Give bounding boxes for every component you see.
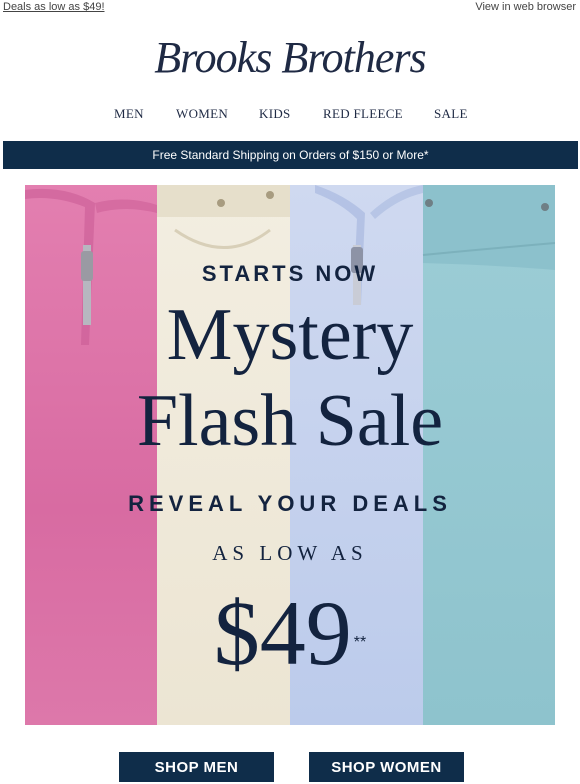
nav-item-women[interactable]: WOMEN	[176, 106, 228, 122]
hero-eyebrow: STARTS NOW	[201, 261, 379, 286]
logo-wordmark: Brooks Brothers	[154, 33, 426, 82]
shop-women-button[interactable]: SHOP WOMEN	[309, 752, 464, 782]
nav-item-red-fleece[interactable]: RED FLEECE	[323, 106, 403, 122]
hero-headline-line1: Mystery	[166, 294, 414, 376]
view-in-browser-link[interactable]: View in web browser	[475, 1, 576, 13]
preheader-link[interactable]: Deals as low as $49!	[3, 1, 105, 13]
shop-men-button[interactable]: SHOP MEN	[119, 752, 274, 782]
shipping-banner[interactable]: Free Standard Shipping on Orders of $150…	[3, 141, 578, 169]
hero-price-value: $49	[213, 582, 352, 684]
top-bar: Deals as low as $49! View in web browser	[0, 0, 580, 18]
nav-item-kids[interactable]: KIDS	[259, 106, 291, 122]
hero-price: $49 **	[25, 583, 555, 683]
shipping-banner-text: Free Standard Shipping on Orders of $150…	[152, 148, 429, 162]
hero-headline-line2: Flash Sale	[136, 380, 444, 462]
hero-as-low-as: AS LOW AS	[212, 541, 368, 565]
brand-logo[interactable]: Brooks Brothers	[0, 32, 580, 83]
nav-item-sale[interactable]: SALE	[434, 106, 468, 122]
hero-price-footnote: **	[353, 634, 367, 651]
nav-item-men[interactable]: MEN	[114, 106, 144, 122]
hero-banner[interactable]: STARTS NOW Mystery Flash Sale REVEAL YOU…	[25, 185, 555, 725]
main-nav: MEN WOMEN KIDS RED FLEECE SALE	[0, 106, 580, 124]
hero-subhead: REVEAL YOUR DEALS	[128, 491, 452, 516]
